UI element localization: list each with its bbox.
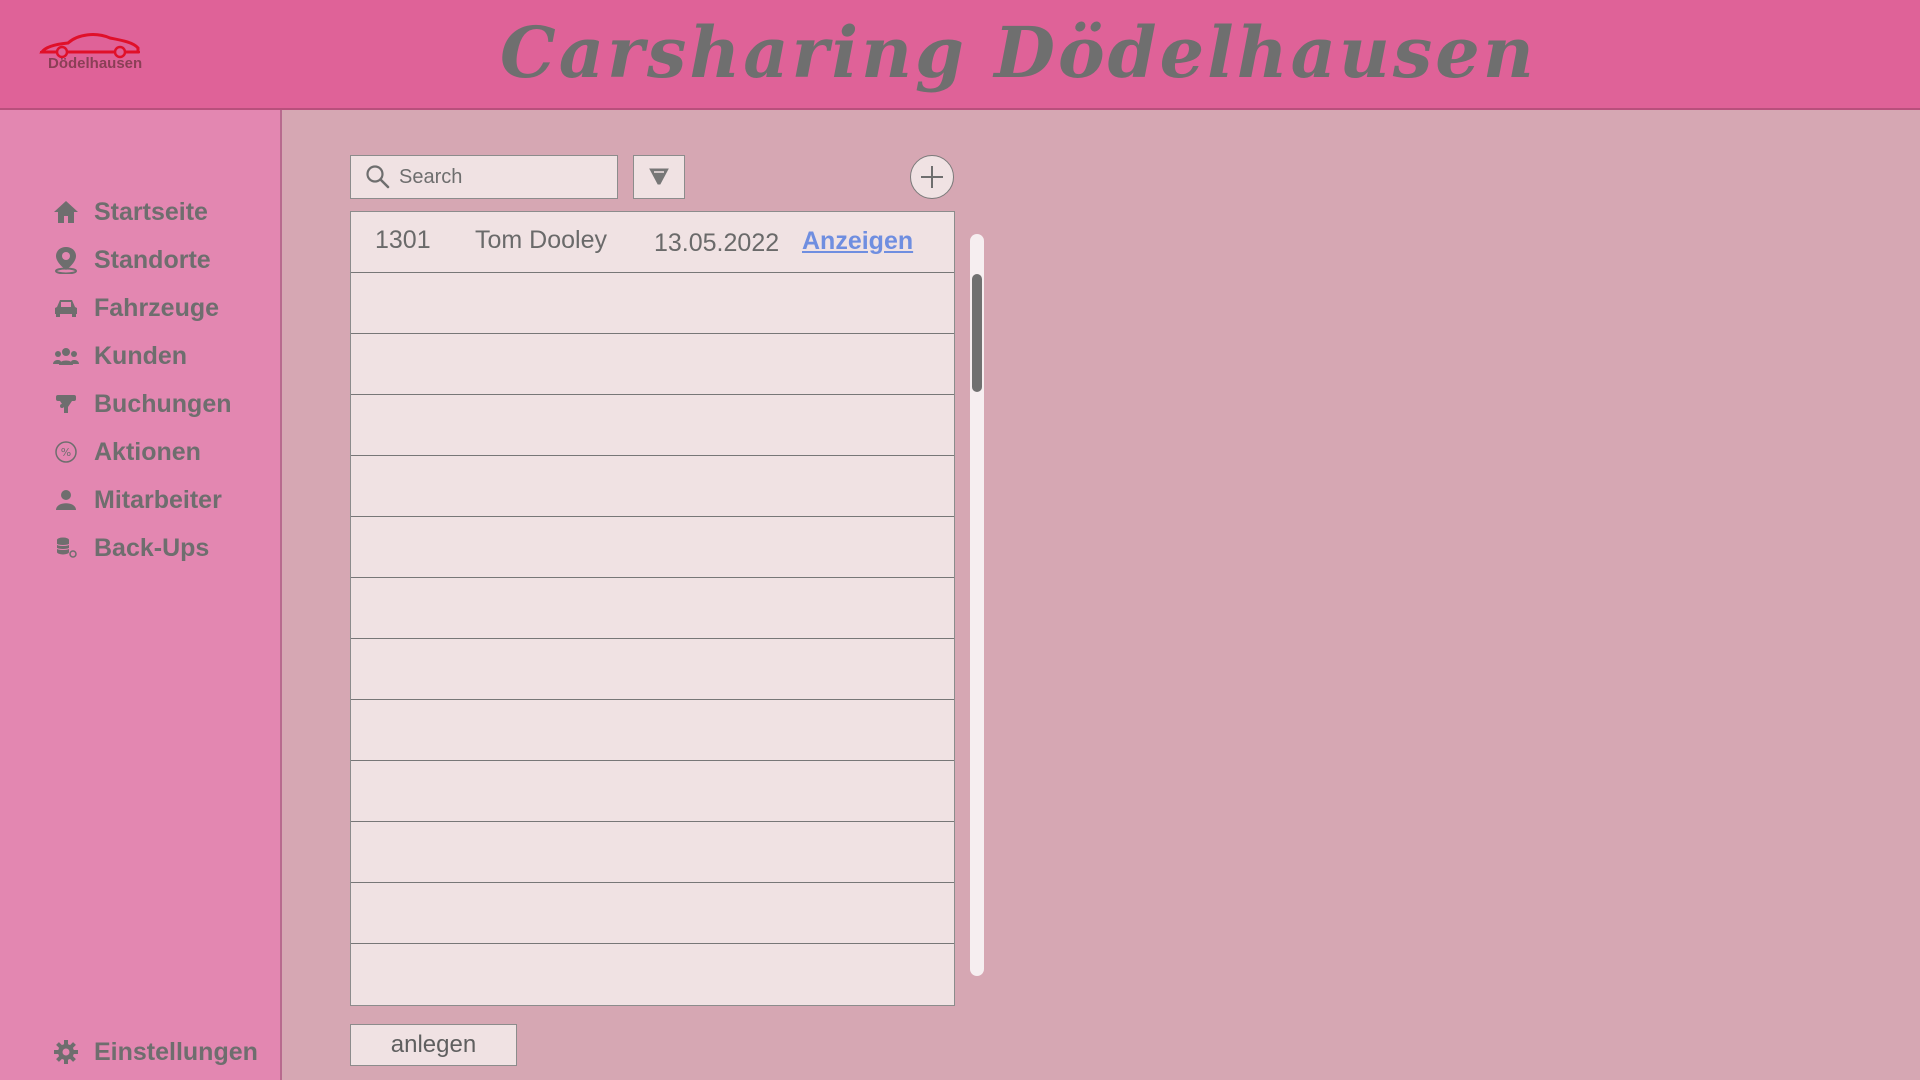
table-row[interactable] [351,700,954,761]
search-input[interactable] [397,164,601,190]
users-icon [52,342,80,370]
sidebar-item-label: Kunden [94,341,188,370]
table-row: 1301 Tom Dooley 13.05.2022 Anzeigen [351,212,954,273]
sidebar-item-label: Aktionen [94,437,201,466]
table-row[interactable] [351,456,954,517]
sidebar-item-mitarbeiter[interactable]: Mitarbeiter [52,480,222,520]
car-icon [52,294,80,322]
booking-date: 13.05.2022 [654,229,780,257]
sidebar-item-label: Back-Ups [94,533,210,562]
percent-icon: % [52,438,80,466]
add-button[interactable] [910,155,954,199]
sidebar: Startseite Standorte Fahrzeuge Kunden Bu… [0,110,282,1080]
filter-button[interactable] [633,155,685,199]
table-row[interactable] [351,883,954,944]
table-row[interactable] [351,578,954,639]
app-header: Dödelhausen Carsharing Dödelhausen [0,0,1920,110]
search-icon [366,165,390,189]
svg-text:%: % [61,446,71,459]
table-row[interactable] [351,334,954,395]
sidebar-item-label: Startseite [94,197,208,226]
sidebar-item-back-ups[interactable]: Back-Ups [52,528,209,568]
table-row[interactable] [351,944,954,1005]
gear-icon [52,1038,80,1066]
show-link[interactable]: Anzeigen [802,227,913,256]
home-icon [52,198,80,226]
table-row[interactable] [351,273,954,334]
scrollbar-track[interactable] [970,234,984,976]
plus-icon [921,166,943,188]
table-row[interactable] [351,395,954,456]
sidebar-item-label: Fahrzeuge [94,293,220,322]
sidebar-item-kunden[interactable]: Kunden [52,336,187,376]
sidebar-item-label: Standorte [94,245,211,274]
sidebar-item-einstellungen[interactable]: Einstellungen [52,1032,258,1072]
app-title: Carsharing Dödelhausen [500,11,1537,94]
sidebar-item-label: Buchungen [94,389,232,418]
table-row[interactable] [351,761,954,822]
sidebar-item-startseite[interactable]: Startseite [52,192,208,232]
table-row[interactable] [351,639,954,700]
sidebar-item-label: Mitarbeiter [94,485,222,514]
scrollbar-thumb[interactable] [972,274,982,392]
sidebar-item-buchungen[interactable]: Buchungen [52,384,232,424]
customer-name: Tom Dooley [475,226,607,254]
user-icon [52,486,80,514]
sidebar-item-fahrzeuge[interactable]: Fahrzeuge [52,288,219,328]
sidebar-item-aktionen[interactable]: % Aktionen [52,432,201,472]
booking-list: 1301 Tom Dooley 13.05.2022 Anzeigen [350,211,955,1006]
booking-icon [52,390,80,418]
table-row[interactable] [351,822,954,883]
booking-id: 1301 [375,226,431,254]
database-icon [52,534,80,562]
sidebar-item-standorte[interactable]: Standorte [52,240,211,280]
search-box[interactable] [350,155,618,199]
table-row[interactable] [351,517,954,578]
filter-icon [649,168,669,185]
logo-text: Dödelhausen [48,55,143,72]
logo[interactable]: Dödelhausen [38,30,148,80]
create-button[interactable]: anlegen [350,1024,517,1066]
sidebar-item-label: Einstellungen [94,1037,258,1066]
location-pin-icon [52,246,80,274]
